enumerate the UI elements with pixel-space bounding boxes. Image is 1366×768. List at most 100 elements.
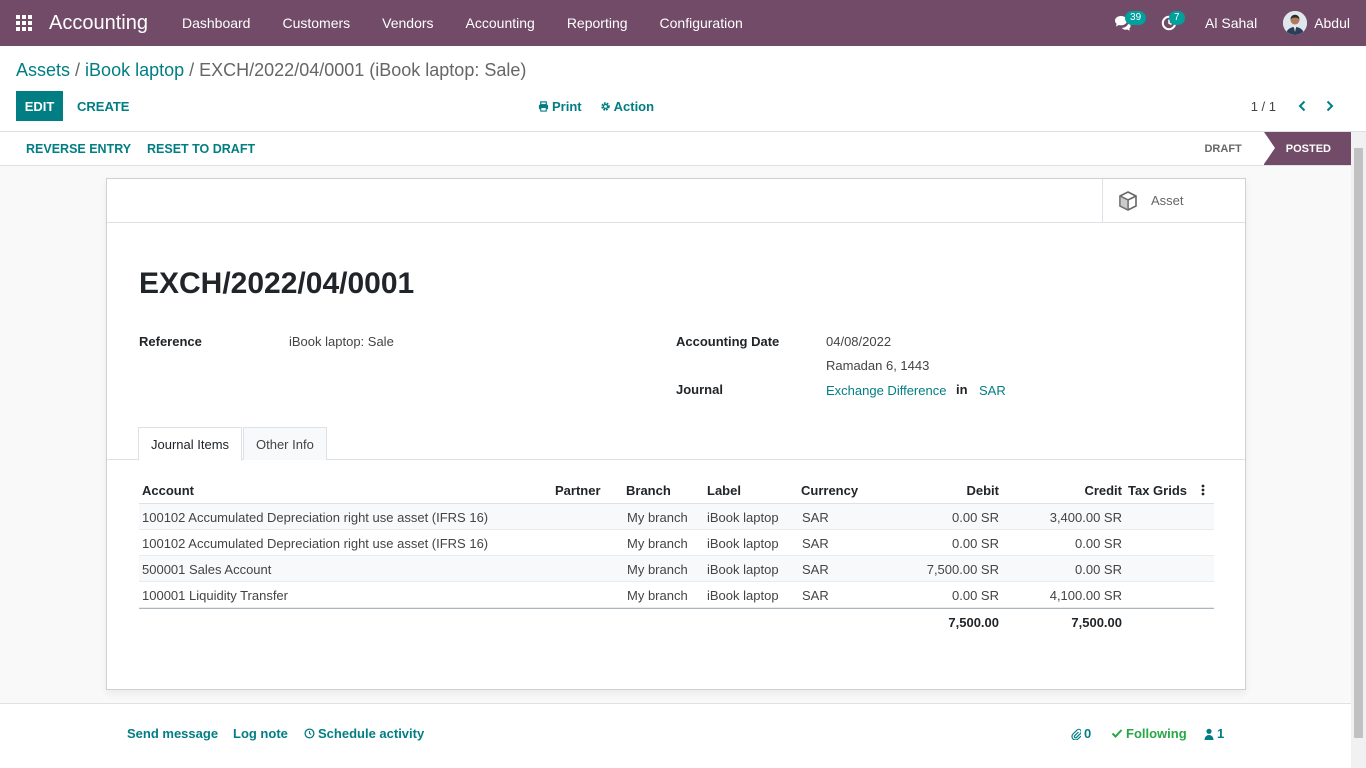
cell-currency: SAR: [802, 561, 829, 577]
cell-account: 100102 Accumulated Depreciation right us…: [142, 535, 489, 551]
menu-vendors[interactable]: Vendors: [366, 0, 449, 46]
apps-menu-icon[interactable]: [0, 0, 48, 46]
accounting-date-label: Accounting Date: [676, 334, 780, 349]
cell-account: 500001 Sales Account: [142, 561, 272, 577]
pager-previous-button[interactable]: [1288, 91, 1316, 121]
send-message-button[interactable]: Send message: [127, 726, 218, 741]
cell-debit: 0.00 SR: [952, 509, 999, 525]
reverse-entry-button[interactable]: REVERSE ENTRY: [26, 132, 131, 165]
cube-icon: [1119, 190, 1137, 211]
table-row[interactable]: 100001 Liquidity Transfer My branch iBoo…: [139, 582, 1214, 608]
cell-label: iBook laptop: [707, 561, 779, 577]
cell-currency: SAR: [802, 509, 829, 525]
chevron-left-icon: [1298, 100, 1306, 112]
status-bar: REVERSE ENTRY RESET TO DRAFT DRAFT POSTE…: [0, 132, 1351, 166]
following-button[interactable]: Following: [1111, 726, 1187, 741]
menu-customers[interactable]: Customers: [266, 0, 366, 46]
reset-to-draft-button[interactable]: RESET TO DRAFT: [147, 132, 255, 165]
create-button[interactable]: CREATE: [77, 91, 129, 121]
asset-smart-button[interactable]: Asset: [1102, 179, 1245, 222]
pager-value[interactable]: 1 / 1: [1251, 91, 1276, 121]
cell-label: iBook laptop: [707, 587, 779, 603]
tab-journal-items[interactable]: Journal Items: [138, 427, 243, 461]
breadcrumb-ibook-laptop[interactable]: iBook laptop: [85, 60, 184, 80]
col-label[interactable]: Label: [707, 476, 741, 504]
avatar: [1283, 11, 1308, 35]
col-debit[interactable]: Debit: [967, 476, 1000, 504]
app-brand[interactable]: Accounting: [48, 12, 148, 35]
col-tax-grids[interactable]: Tax Grids: [1128, 476, 1187, 504]
pager-next-button[interactable]: [1316, 91, 1344, 121]
col-currency[interactable]: Currency: [801, 476, 858, 504]
breadcrumb-current: EXCH/2022/04/0001 (iBook laptop: Sale): [199, 60, 527, 80]
tab-other-info[interactable]: Other Info: [243, 427, 327, 460]
pager-nav: [1288, 91, 1344, 121]
attachments-count: 0: [1084, 726, 1092, 741]
activities-badge: 7: [1169, 11, 1185, 25]
cell-branch: My branch: [627, 561, 688, 577]
col-branch[interactable]: Branch: [626, 476, 671, 504]
paperclip-icon: [1071, 728, 1081, 740]
cell-branch: My branch: [627, 587, 688, 603]
col-account[interactable]: Account: [142, 476, 194, 504]
menu-reporting[interactable]: Reporting: [551, 0, 644, 46]
print-button[interactable]: Print: [538, 99, 582, 114]
cell-credit: 4,100.00 SR: [1049, 587, 1122, 603]
table-row[interactable]: 500001 Sales Account My branch iBook lap…: [139, 556, 1214, 582]
optional-columns-toggle[interactable]: [1201, 476, 1205, 504]
schedule-activity-label: Schedule activity: [318, 726, 425, 741]
state-indicator: DRAFT POSTED: [1194, 132, 1351, 165]
notebook-tabs: Journal Items Other Info: [107, 427, 1245, 461]
reference-label: Reference: [139, 334, 202, 349]
state-posted[interactable]: POSTED: [1263, 132, 1351, 165]
vertical-scrollbar[interactable]: [1351, 132, 1366, 768]
table-row[interactable]: 100102 Accumulated Depreciation right us…: [139, 504, 1214, 530]
action-button[interactable]: Action: [600, 99, 654, 114]
edit-button[interactable]: EDIT: [16, 91, 63, 121]
schedule-activity-button[interactable]: Schedule activity: [304, 726, 424, 741]
check-icon: [1111, 729, 1123, 738]
followers-button[interactable]: 1: [1204, 726, 1224, 741]
attachments-button[interactable]: 0: [1071, 726, 1091, 741]
table-row[interactable]: 100102 Accumulated Depreciation right us…: [139, 530, 1214, 556]
user-menu[interactable]: Abdul: [1283, 11, 1350, 35]
reference-value: iBook laptop: Sale: [289, 334, 394, 349]
cell-credit: 0.00 SR: [1075, 561, 1122, 577]
print-icon: [538, 100, 549, 112]
menu-configuration[interactable]: Configuration: [644, 0, 759, 46]
chevron-right-icon: [1326, 100, 1334, 112]
user-icon: [1204, 728, 1214, 740]
menu-dashboard[interactable]: Dashboard: [166, 0, 267, 46]
breadcrumb-assets[interactable]: Assets: [16, 60, 70, 80]
asset-smart-button-label: Asset: [1151, 193, 1184, 208]
state-draft[interactable]: DRAFT: [1194, 132, 1263, 165]
clock-icon: [304, 728, 315, 739]
activities-button[interactable]: 7: [1151, 0, 1187, 46]
journal-in-text: in: [956, 382, 968, 397]
journal-link[interactable]: Exchange Difference: [826, 383, 946, 398]
log-note-button[interactable]: Log note: [233, 726, 288, 741]
form-sheet: Asset EXCH/2022/04/0001 Reference iBook …: [106, 178, 1246, 690]
journal-currency-link[interactable]: SAR: [979, 383, 1006, 398]
col-partner[interactable]: Partner: [555, 476, 601, 504]
col-credit[interactable]: Credit: [1084, 476, 1122, 504]
accounting-date-hijri: Ramadan 6, 1443: [826, 358, 930, 373]
menu-accounting[interactable]: Accounting: [450, 0, 551, 46]
cell-branch: My branch: [627, 535, 688, 551]
top-navbar: Accounting Dashboard Customers Vendors A…: [0, 0, 1366, 46]
cell-label: iBook laptop: [707, 509, 779, 525]
smart-button-box: Asset: [107, 179, 1245, 223]
action-label: Action: [613, 98, 655, 114]
messages-badge: 39: [1125, 11, 1147, 25]
breadcrumb-separator: /: [189, 60, 195, 80]
cell-branch: My branch: [627, 509, 688, 525]
cell-label: iBook laptop: [707, 535, 779, 551]
table-header: Account Partner Branch Label Currency De…: [139, 476, 1214, 504]
messages-button[interactable]: 39: [1105, 0, 1147, 46]
scrollbar-thumb[interactable]: [1354, 148, 1363, 738]
company-switcher[interactable]: Al Sahal: [1205, 15, 1257, 31]
breadcrumb-separator: /: [75, 60, 81, 80]
cell-currency: SAR: [802, 535, 829, 551]
print-label: Print: [552, 98, 582, 114]
user-name: Abdul: [1314, 15, 1350, 31]
